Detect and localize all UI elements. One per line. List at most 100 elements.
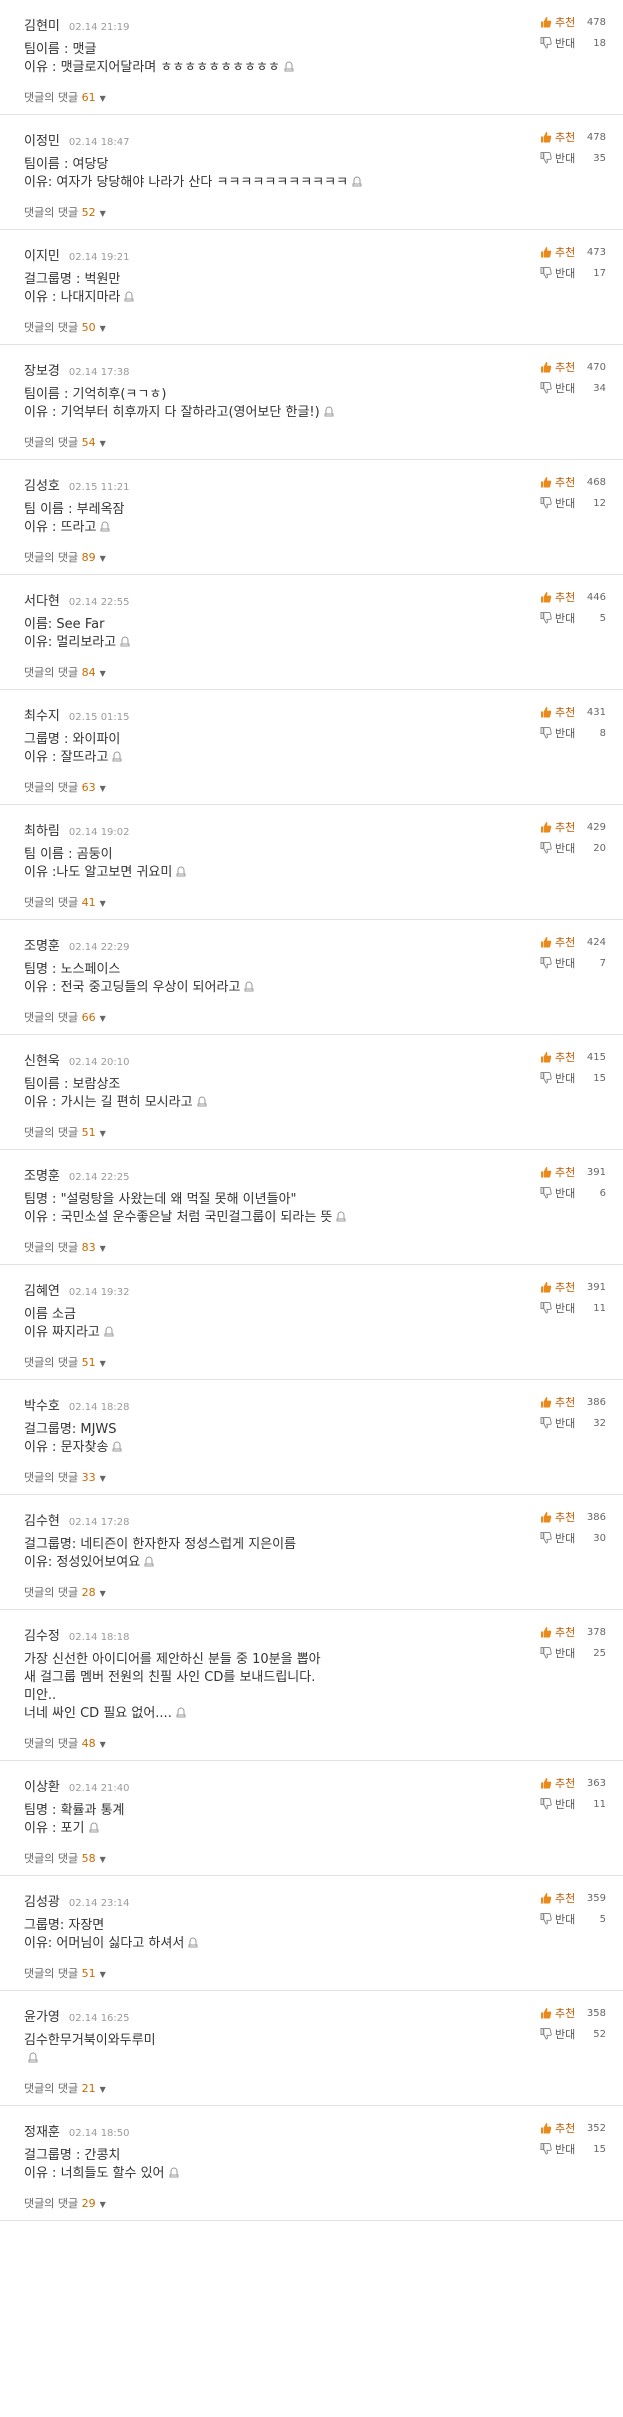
downvote-button[interactable]: 반대 11 bbox=[540, 1796, 606, 1813]
downvote-button[interactable]: 반대 32 bbox=[540, 1415, 606, 1432]
reply-toggle[interactable]: 댓글의 댓글 84 ▼ bbox=[24, 664, 106, 680]
upvote-button[interactable]: 추천 363 bbox=[540, 1775, 606, 1792]
reply-toggle[interactable]: 댓글의 댓글 51 ▼ bbox=[24, 1124, 106, 1140]
comment-author[interactable]: 이상환 bbox=[24, 1780, 60, 1795]
reply-toggle[interactable]: 댓글의 댓글 58 ▼ bbox=[24, 1850, 106, 1866]
reply-toggle[interactable]: 댓글의 댓글 51 ▼ bbox=[24, 1354, 106, 1370]
comment-author[interactable]: 김성광 bbox=[24, 1895, 60, 1910]
comment-author[interactable]: 서다현 bbox=[24, 594, 60, 609]
report-icon[interactable] bbox=[244, 981, 254, 992]
upvote-button[interactable]: 추천 429 bbox=[540, 819, 606, 836]
report-icon[interactable] bbox=[100, 521, 110, 532]
upvote-button[interactable]: 추천 478 bbox=[540, 129, 606, 146]
upvote-button[interactable]: 추천 359 bbox=[540, 1890, 606, 1907]
reply-toggle[interactable]: 댓글의 댓글 63 ▼ bbox=[24, 779, 106, 795]
reply-toggle[interactable]: 댓글의 댓글 48 ▼ bbox=[24, 1735, 106, 1751]
reply-toggle[interactable]: 댓글의 댓글 29 ▼ bbox=[24, 2195, 106, 2211]
downvote-button[interactable]: 반대 5 bbox=[540, 610, 606, 627]
downvote-button[interactable]: 반대 17 bbox=[540, 265, 606, 282]
comment-author[interactable]: 윤가영 bbox=[24, 2010, 60, 2025]
comment-time: 02.14 20:10 bbox=[68, 1057, 130, 1068]
reply-toggle[interactable]: 댓글의 댓글 51 ▼ bbox=[24, 1965, 106, 1981]
upvote-button[interactable]: 추천 424 bbox=[540, 934, 606, 951]
upvote-button[interactable]: 추천 358 bbox=[540, 2005, 606, 2022]
report-icon[interactable] bbox=[169, 2167, 179, 2178]
comment-author[interactable]: 김수정 bbox=[24, 1629, 60, 1644]
downvote-button[interactable]: 반대 15 bbox=[540, 2141, 606, 2158]
report-icon[interactable] bbox=[188, 1937, 198, 1948]
report-icon[interactable] bbox=[120, 636, 130, 647]
report-icon[interactable] bbox=[324, 406, 334, 417]
comment-author[interactable]: 이지민 bbox=[24, 249, 60, 264]
upvote-button[interactable]: 추천 478 bbox=[540, 14, 606, 31]
report-icon[interactable] bbox=[104, 1326, 114, 1337]
comment-author[interactable]: 박수호 bbox=[24, 1399, 60, 1414]
comment-author[interactable]: 김성호 bbox=[24, 479, 60, 494]
chevron-down-icon: ▼ bbox=[99, 784, 106, 793]
upvote-button[interactable]: 추천 446 bbox=[540, 589, 606, 606]
downvote-button[interactable]: 반대 5 bbox=[540, 1911, 606, 1928]
comment-line: 이유: 멀리보라고 bbox=[24, 634, 524, 652]
reply-toggle[interactable]: 댓글의 댓글 61 ▼ bbox=[24, 89, 106, 105]
comment-author[interactable]: 이정민 bbox=[24, 134, 60, 149]
upvote-button[interactable]: 추천 468 bbox=[540, 474, 606, 491]
comment-author[interactable]: 김수현 bbox=[24, 1514, 60, 1529]
downvote-button[interactable]: 반대 52 bbox=[540, 2026, 606, 2043]
comment-author[interactable]: 김현미 bbox=[24, 19, 60, 34]
comment-author[interactable]: 최수지 bbox=[24, 709, 60, 724]
downvote-button[interactable]: 반대 8 bbox=[540, 725, 606, 742]
comment-line-text: 새 걸그룹 멤버 전원의 친필 사인 CD를 보내드립니다. bbox=[24, 1670, 316, 1685]
comment-author[interactable]: 장보경 bbox=[24, 364, 60, 379]
downvote-button[interactable]: 반대 20 bbox=[540, 840, 606, 857]
downvote-button[interactable]: 반대 6 bbox=[540, 1185, 606, 1202]
downvote-button[interactable]: 반대 34 bbox=[540, 380, 606, 397]
upvote-button[interactable]: 추천 391 bbox=[540, 1279, 606, 1296]
report-icon[interactable] bbox=[284, 61, 294, 72]
upvote-button[interactable]: 추천 431 bbox=[540, 704, 606, 721]
report-icon[interactable] bbox=[112, 751, 122, 762]
comment-author[interactable]: 신현욱 bbox=[24, 1054, 60, 1069]
report-icon[interactable] bbox=[28, 2052, 38, 2063]
downvote-button[interactable]: 반대 18 bbox=[540, 35, 606, 52]
comment-author[interactable]: 정재훈 bbox=[24, 2125, 60, 2140]
downvote-button[interactable]: 반대 30 bbox=[540, 1530, 606, 1547]
reply-toggle[interactable]: 댓글의 댓글 50 ▼ bbox=[24, 319, 106, 335]
report-icon[interactable] bbox=[176, 1707, 186, 1718]
report-icon[interactable] bbox=[197, 1096, 207, 1107]
downvote-count: 7 bbox=[599, 958, 606, 969]
downvote-button[interactable]: 반대 11 bbox=[540, 1300, 606, 1317]
reply-toggle[interactable]: 댓글의 댓글 52 ▼ bbox=[24, 204, 106, 220]
report-icon[interactable] bbox=[176, 866, 186, 877]
report-icon[interactable] bbox=[336, 1211, 346, 1222]
report-icon[interactable] bbox=[89, 1822, 99, 1833]
comment-author[interactable]: 조명훈 bbox=[24, 1169, 60, 1184]
comment-author[interactable]: 최하림 bbox=[24, 824, 60, 839]
reply-toggle[interactable]: 댓글의 댓글 89 ▼ bbox=[24, 549, 106, 565]
comment-author[interactable]: 조명훈 bbox=[24, 939, 60, 954]
reply-toggle[interactable]: 댓글의 댓글 54 ▼ bbox=[24, 434, 106, 450]
upvote-button[interactable]: 추천 470 bbox=[540, 359, 606, 376]
report-icon[interactable] bbox=[124, 291, 134, 302]
upvote-button[interactable]: 추천 391 bbox=[540, 1164, 606, 1181]
upvote-button[interactable]: 추천 473 bbox=[540, 244, 606, 261]
reply-toggle[interactable]: 댓글의 댓글 66 ▼ bbox=[24, 1009, 106, 1025]
report-icon[interactable] bbox=[144, 1556, 154, 1567]
reply-toggle[interactable]: 댓글의 댓글 21 ▼ bbox=[24, 2080, 106, 2096]
upvote-button[interactable]: 추천 352 bbox=[540, 2120, 606, 2137]
upvote-button[interactable]: 추천 378 bbox=[540, 1624, 606, 1641]
downvote-button[interactable]: 반대 25 bbox=[540, 1645, 606, 1662]
reply-toggle[interactable]: 댓글의 댓글 41 ▼ bbox=[24, 894, 106, 910]
comment-author[interactable]: 김혜연 bbox=[24, 1284, 60, 1299]
reply-toggle[interactable]: 댓글의 댓글 83 ▼ bbox=[24, 1239, 106, 1255]
report-icon[interactable] bbox=[352, 176, 362, 187]
downvote-button[interactable]: 반대 15 bbox=[540, 1070, 606, 1087]
downvote-button[interactable]: 반대 12 bbox=[540, 495, 606, 512]
upvote-button[interactable]: 추천 386 bbox=[540, 1509, 606, 1526]
downvote-button[interactable]: 반대 7 bbox=[540, 955, 606, 972]
report-icon[interactable] bbox=[112, 1441, 122, 1452]
upvote-button[interactable]: 추천 415 bbox=[540, 1049, 606, 1066]
downvote-button[interactable]: 반대 35 bbox=[540, 150, 606, 167]
upvote-button[interactable]: 추천 386 bbox=[540, 1394, 606, 1411]
reply-toggle[interactable]: 댓글의 댓글 33 ▼ bbox=[24, 1469, 106, 1485]
reply-toggle[interactable]: 댓글의 댓글 28 ▼ bbox=[24, 1584, 106, 1600]
